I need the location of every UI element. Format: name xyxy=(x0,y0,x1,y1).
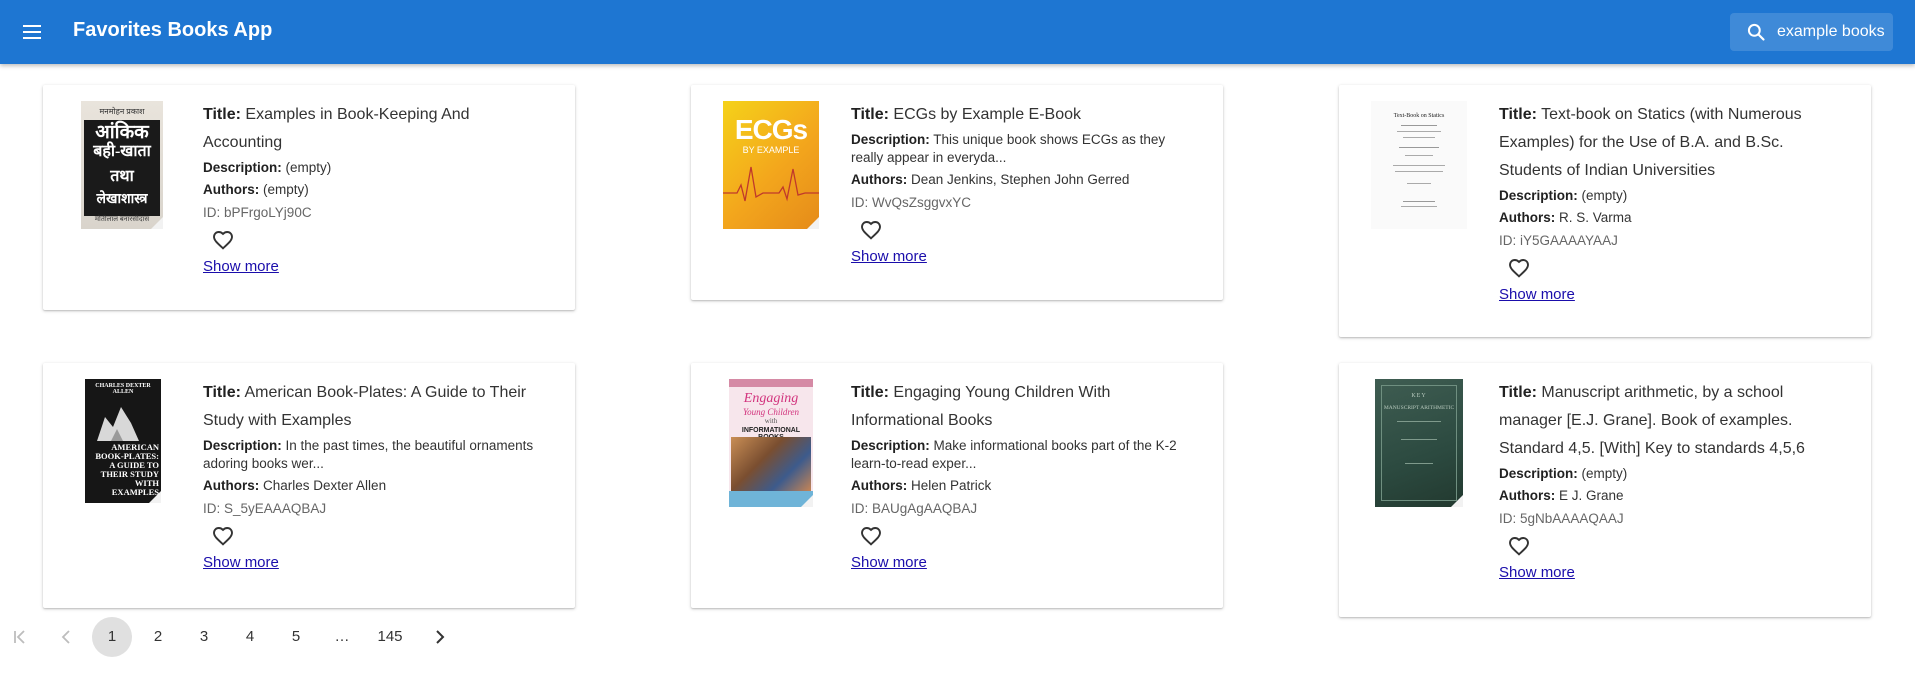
show-more-link[interactable]: Show more xyxy=(1499,286,1575,303)
book-card: Text-Book on Statics Title: Text-book on… xyxy=(1339,85,1871,337)
book-card: मनमोहन प्रकाश आंकिक बही-खाता तथा लेखाशास… xyxy=(43,85,575,310)
app-title: Favorites Books App xyxy=(73,19,273,41)
book-cover: मनमोहन प्रकाश आंकिक बही-खाता तथा लेखाशास… xyxy=(81,101,163,229)
book-info: Title: Text-book on Statics (with Numero… xyxy=(1499,101,1844,304)
book-cover: Text-Book on Statics xyxy=(1371,101,1467,229)
book-authors: Authors: Helen Patrick xyxy=(851,478,992,493)
book-cover: Engaging Young Children with INFORMATION… xyxy=(729,379,813,507)
search-icon xyxy=(1747,23,1765,41)
page-2-button[interactable]: 2 xyxy=(138,617,178,657)
show-more-link[interactable]: Show more xyxy=(851,554,927,571)
page-145-button[interactable]: 145 xyxy=(370,617,410,657)
book-description: Description: Make informational books pa… xyxy=(851,438,1177,471)
book-info: Title: Engaging Young Children With Info… xyxy=(851,379,1196,572)
book-description: Description: (empty) xyxy=(1499,466,1628,481)
chevron-right-icon[interactable] xyxy=(420,617,460,657)
heart-icon[interactable] xyxy=(859,218,883,242)
chevron-left-icon[interactable] xyxy=(46,617,86,657)
book-title: Title: Text-book on Statics (with Numero… xyxy=(1499,106,1802,179)
page-5-button[interactable]: 5 xyxy=(276,617,316,657)
page-3-button[interactable]: 3 xyxy=(184,617,224,657)
book-info: Title: ECGs by Example E-Book Descriptio… xyxy=(851,101,1196,266)
heart-icon[interactable] xyxy=(211,524,235,548)
show-more-link[interactable]: Show more xyxy=(1499,564,1575,581)
book-id: ID: 5gNbAAAAQAAJ xyxy=(1499,511,1624,526)
book-description: Description: In the past times, the beau… xyxy=(203,438,534,471)
book-card: ECGs BY EXAMPLE Title: ECGs by Example E… xyxy=(691,85,1223,300)
book-card: Engaging Young Children with INFORMATION… xyxy=(691,363,1223,608)
heart-icon[interactable] xyxy=(859,524,883,548)
search-input[interactable] xyxy=(1777,19,1891,45)
book-info: Title: American Book-Plates: A Guide to … xyxy=(203,379,548,572)
book-card: KEY MANUSCRIPT ARITHMETIC Title: Manuscr… xyxy=(1339,363,1871,617)
book-card: CHARLES DEXTER ALLEN AMERICAN BOOK-PLATE… xyxy=(43,363,575,608)
book-id: ID: bPFrgoLYj90C xyxy=(203,205,312,220)
page-4-button[interactable]: 4 xyxy=(230,617,270,657)
book-description: Description: This unique book shows ECGs… xyxy=(851,132,1166,165)
book-info: Title: Examples in Book-Keeping And Acco… xyxy=(203,101,548,276)
book-authors: Authors: (empty) xyxy=(203,182,309,197)
search-box[interactable] xyxy=(1730,13,1893,51)
book-authors: Authors: R. S. Varma xyxy=(1499,210,1632,225)
show-more-link[interactable]: Show more xyxy=(203,554,279,571)
first-page-icon[interactable] xyxy=(0,617,40,657)
book-title: Title: ECGs by Example E-Book xyxy=(851,106,1082,123)
menu-icon[interactable] xyxy=(18,18,48,46)
show-more-link[interactable]: Show more xyxy=(203,258,279,275)
book-cover: KEY MANUSCRIPT ARITHMETIC xyxy=(1375,379,1463,507)
pagination: 1 2 3 4 5 … 145 xyxy=(0,617,460,657)
book-id: ID: iY5GAAAAYAAJ xyxy=(1499,233,1618,248)
book-authors: Authors: E J. Grane xyxy=(1499,488,1624,503)
heart-icon[interactable] xyxy=(1507,256,1531,280)
book-cover: ECGs BY EXAMPLE xyxy=(723,101,819,229)
book-cover: CHARLES DEXTER ALLEN AMERICAN BOOK-PLATE… xyxy=(85,379,161,503)
book-title: Title: Engaging Young Children With Info… xyxy=(851,384,1111,429)
book-description: Description: (empty) xyxy=(203,160,332,175)
app-bar: Favorites Books App xyxy=(0,0,1915,64)
book-id: ID: BAUgAgAAQBAJ xyxy=(851,501,978,516)
book-description: Description: (empty) xyxy=(1499,188,1628,203)
show-more-link[interactable]: Show more xyxy=(851,248,927,265)
book-id: ID: WvQsZsggvxYC xyxy=(851,195,972,210)
heart-icon[interactable] xyxy=(211,228,235,252)
book-title: Title: Manuscript arithmetic, by a schoo… xyxy=(1499,384,1805,457)
book-title: Title: American Book-Plates: A Guide to … xyxy=(203,384,527,429)
pagination-ellipsis: … xyxy=(334,628,350,645)
book-id: ID: S_5yEAAAQBAJ xyxy=(203,501,327,516)
book-title: Title: Examples in Book-Keeping And Acco… xyxy=(203,106,470,151)
page-1-button[interactable]: 1 xyxy=(92,617,132,657)
book-info: Title: Manuscript arithmetic, by a schoo… xyxy=(1499,379,1844,582)
heart-icon[interactable] xyxy=(1507,534,1531,558)
book-authors: Authors: Charles Dexter Allen xyxy=(203,478,387,493)
book-authors: Authors: Dean Jenkins, Stephen John Gerr… xyxy=(851,172,1130,187)
